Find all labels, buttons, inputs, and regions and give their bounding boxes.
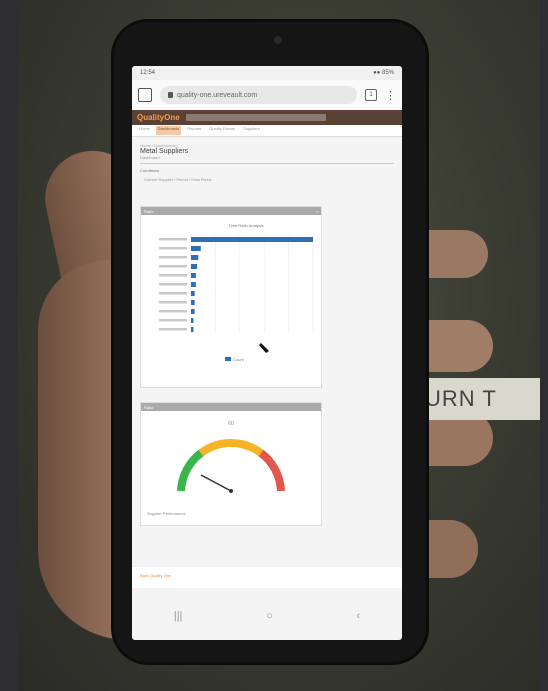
bar-c5[interactable]	[191, 273, 196, 278]
category-label-c9	[159, 310, 187, 313]
category-label-c1	[159, 238, 187, 241]
category-label-c6	[159, 283, 187, 286]
browser-menu-icon[interactable]: ⋮	[385, 89, 396, 102]
url-text: quality-one.ureveault.com	[177, 91, 258, 99]
bar-c8[interactable]	[191, 300, 195, 305]
category-label-c3	[159, 256, 187, 259]
category-label-c8	[159, 301, 187, 304]
category-label-c10	[159, 319, 187, 322]
nav-tab-dashboards[interactable]: Dashboards	[155, 126, 182, 135]
bar-c11[interactable]	[191, 327, 194, 332]
phone-screen: 12:54 ●● 85% quality-one.ureveault.com 1…	[132, 66, 402, 640]
bar-c4[interactable]	[191, 264, 198, 269]
gauge-top-label: 60	[228, 421, 234, 427]
legend-swatch	[225, 357, 231, 361]
app-nav: Home Dashboards Reports Quality Events Suppl…	[132, 125, 402, 137]
nav-tab-quality-events[interactable]: Quality Events	[207, 126, 237, 135]
bar-chart: Time Ratio Analysis Count	[159, 223, 314, 362]
bar-chart-panel: Ratio ▪ Time Ratio Analysis Count	[140, 206, 322, 388]
category-label-c7	[159, 292, 187, 295]
gauge-needle	[200, 474, 232, 492]
bar-c1[interactable]	[191, 237, 313, 242]
gauge-red-arc	[258, 449, 285, 492]
url-field[interactable]: quality-one.ureveault.com	[160, 86, 357, 104]
header-search-input[interactable]	[185, 114, 326, 121]
nav-tab-home[interactable]: Home	[137, 126, 152, 135]
app-header: QualityOne	[132, 110, 402, 125]
gauge-yellow-arc	[198, 439, 264, 457]
home-icon[interactable]	[138, 88, 152, 102]
nav-tab-suppliers[interactable]: Suppliers	[241, 126, 262, 135]
bar-c2[interactable]	[191, 246, 201, 251]
page-subtitle: Dashboard	[140, 155, 160, 160]
browser-url-bar: quality-one.ureveault.com 1 ⋮	[132, 80, 402, 110]
gauge-caption: Supplier Performance	[147, 511, 186, 516]
app-logo[interactable]: QualityOne	[137, 113, 180, 122]
letterbox-right	[540, 0, 548, 691]
gauge-panel-title: Ratio	[144, 404, 154, 410]
bar-c6[interactable]	[191, 282, 196, 287]
photo-scene: URN T 12:54 ●● 85% quality-one.ureveault…	[18, 0, 540, 691]
gauge-hub	[229, 489, 233, 493]
bar-c3[interactable]	[191, 255, 199, 260]
gauge-chart: 60 Supplier Performance	[147, 421, 285, 516]
gauge-panel: Ratio 60 Supplier Performance	[140, 402, 322, 526]
panel-menu-icon[interactable]: ▪	[317, 209, 318, 214]
recent-apps-icon[interactable]: |||	[174, 610, 183, 622]
category-label-c2	[159, 247, 187, 250]
android-nav-bar: ||| ○ ‹	[132, 604, 402, 628]
bar-c10[interactable]	[191, 318, 194, 323]
bar-c7[interactable]	[191, 291, 195, 296]
bar-panel-header: Ratio ▪	[141, 207, 321, 215]
lock-icon	[168, 92, 173, 98]
page-title[interactable]: Metal Suppliers	[140, 148, 394, 155]
gauge-panel-header: Ratio	[141, 403, 321, 411]
category-label-c4	[159, 265, 187, 268]
tab-count-button[interactable]: 1	[365, 89, 377, 101]
chart-title: Time Ratio Analysis	[229, 223, 264, 228]
category-label-c5	[159, 274, 187, 277]
phone: 12:54 ●● 85% quality-one.ureveault.com 1…	[114, 22, 426, 662]
filter-dropdown[interactable]: Conditions	[140, 168, 394, 173]
gauge-green-arc	[177, 449, 204, 492]
chart-legend: Count	[233, 357, 245, 362]
status-bar: 12:54 ●● 85%	[132, 66, 402, 80]
bar-c9[interactable]	[191, 309, 195, 314]
pointer-cursor-icon	[259, 343, 269, 353]
nav-tab-reports[interactable]: Reports	[185, 126, 203, 135]
camera-icon	[274, 36, 282, 44]
status-battery: ●● 85%	[373, 70, 394, 76]
status-time: 12:54	[140, 70, 156, 76]
page-footer[interactable]: Back Quality One	[132, 566, 402, 588]
back-nav-icon[interactable]: ‹	[356, 610, 360, 622]
home-nav-icon[interactable]: ○	[266, 610, 273, 622]
bar-panel-title: Ratio	[144, 208, 154, 214]
letterbox-left	[0, 0, 18, 691]
filter-description: Current Supplier / Period / Data Fields	[144, 177, 212, 182]
page-header: Home / Dashboards Metal Suppliers Dashbo…	[140, 143, 394, 164]
category-label-c11	[159, 328, 187, 331]
background-label: URN T	[415, 378, 540, 420]
